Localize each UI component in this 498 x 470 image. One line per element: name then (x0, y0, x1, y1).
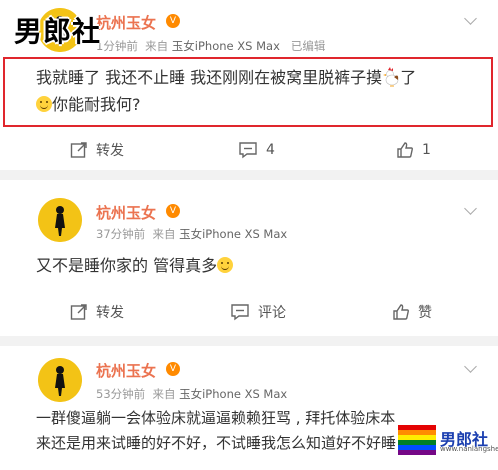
repost-label: 转发 (96, 143, 124, 159)
post-time: 53分钟前 (96, 387, 146, 401)
vip-badge-icon: V (166, 362, 180, 376)
like-button[interactable]: 1 (396, 130, 431, 170)
username[interactable]: 杭州玉女 (96, 202, 156, 223)
source-prefix: 来自 (145, 39, 169, 53)
post-source[interactable]: 玉女iPhone XS Max (172, 39, 280, 53)
divider (0, 336, 498, 346)
site-logo: 男郎社 www.nanlangshe.com (398, 421, 498, 465)
logo-url: www.nanlangshe.com (440, 445, 498, 453)
post-text: 又不是睡你家的 管得真多 (36, 256, 218, 275)
post-card: 杭州玉女 V 37分钟前 来自 玉女iPhone XS Max 又不是睡你家的 … (0, 180, 498, 340)
source-prefix: 来自 (152, 387, 176, 401)
vip-badge-icon: V (166, 204, 180, 218)
like-icon (393, 304, 409, 320)
avatar[interactable] (38, 198, 82, 242)
repost-icon (70, 304, 87, 320)
action-bar: 转发 评论 赞 (0, 292, 498, 332)
repost-button[interactable]: 转发 (70, 292, 124, 332)
post-source[interactable]: 玉女iPhone XS Max (179, 387, 287, 401)
divider (0, 170, 498, 180)
comment-button[interactable]: 4 (238, 130, 275, 170)
like-button[interactable]: 赞 (392, 292, 432, 332)
repost-label: 转发 (96, 305, 124, 321)
post-content: 又不是睡你家的 管得真多 (36, 252, 486, 279)
edited-label[interactable]: 已编辑 (291, 39, 326, 53)
source-prefix: 来自 (152, 227, 176, 241)
chevron-down-icon[interactable] (464, 12, 477, 25)
repost-icon (70, 142, 87, 158)
repost-button[interactable]: 转发 (70, 130, 124, 170)
like-count: 1 (422, 142, 431, 158)
post-source[interactable]: 玉女iPhone XS Max (179, 227, 287, 241)
like-icon (397, 142, 413, 158)
comment-button[interactable]: 评论 (230, 292, 286, 332)
smile-emoji-icon (217, 257, 234, 273)
chevron-down-icon[interactable] (464, 360, 477, 373)
watermark: 男郎社 (14, 15, 102, 48)
username[interactable]: 杭州玉女 (96, 12, 156, 33)
vip-badge-icon: V (166, 14, 180, 28)
highlight-box (3, 57, 493, 127)
post-meta: 37分钟前 来自 玉女iPhone XS Max (96, 226, 287, 242)
comment-count: 4 (266, 142, 275, 158)
comment-icon (239, 142, 257, 159)
comment-icon (231, 304, 249, 321)
post-meta: 1分钟前 来自 玉女iPhone XS Max 已编辑 (96, 38, 325, 54)
avatar[interactable] (38, 358, 82, 402)
post-meta: 53分钟前 来自 玉女iPhone XS Max (96, 386, 287, 402)
rainbow-flag-icon (398, 425, 436, 455)
username[interactable]: 杭州玉女 (96, 360, 156, 381)
post-time: 37分钟前 (96, 227, 146, 241)
post-time: 1分钟前 (96, 39, 138, 53)
chevron-down-icon[interactable] (464, 202, 477, 215)
like-label: 赞 (418, 305, 432, 321)
comment-label: 评论 (258, 305, 286, 321)
action-bar: 转发 4 1 (0, 130, 498, 170)
